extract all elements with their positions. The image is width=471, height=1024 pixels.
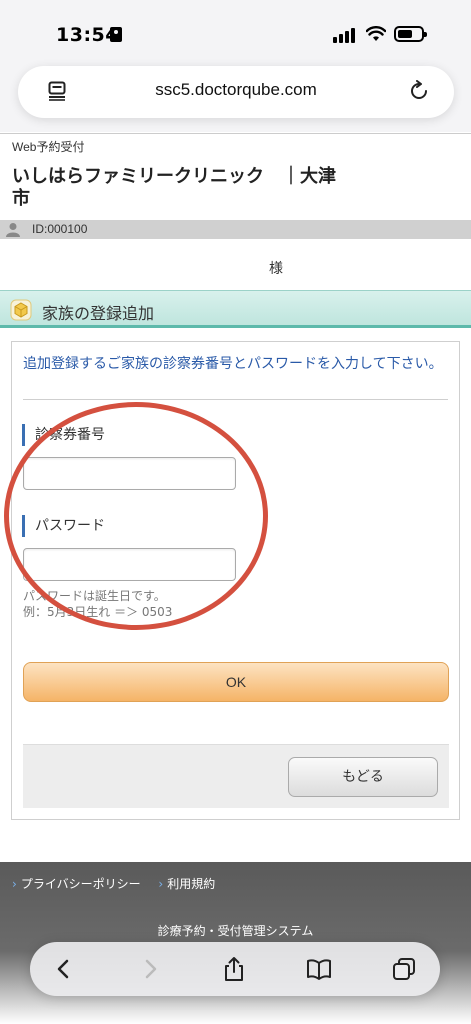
url-text: ssc5.doctorqube.com (155, 80, 317, 99)
cube-icon (10, 299, 32, 321)
avatar-icon (6, 223, 20, 237)
site-label: Web予約受付 (12, 140, 85, 154)
annotation-circle (4, 402, 268, 630)
battery-icon (394, 26, 427, 42)
section-header: 家族の登録追加 (0, 290, 471, 328)
header-divider (0, 133, 471, 134)
status-bar: 13:54 (0, 0, 471, 60)
address-bar[interactable]: ssc5.doctorqube.com (18, 66, 454, 118)
id-bar: ID:000100 (0, 220, 471, 239)
section-title: 家族の登録追加 (42, 304, 155, 323)
forward-arrow-icon[interactable] (136, 955, 164, 983)
chevron-right-icon: › (12, 877, 17, 891)
chevron-right-icon: › (158, 877, 164, 891)
privacy-policy-link[interactable]: プライバシーポリシー (21, 877, 141, 891)
terms-link[interactable]: 利用規約 (167, 877, 215, 891)
form-instructions: 追加登録するご家族の診察券番号とパスワードを入力して下さい。 (23, 356, 443, 372)
bookmarks-icon[interactable] (305, 955, 333, 983)
ok-button[interactable]: OK (23, 662, 449, 702)
system-name: 診療予約・受付管理システム (157, 924, 314, 938)
id-text: ID:000100 (32, 222, 88, 236)
back-button[interactable]: もどる (288, 757, 438, 797)
form-divider (23, 399, 448, 400)
footer-links: › プライバシーポリシー › 利用規約 (12, 875, 229, 892)
person-status-icon (110, 27, 122, 42)
user-suffix: 様 (269, 261, 283, 277)
wifi-icon (366, 26, 386, 41)
signal-icon (333, 27, 359, 43)
back-arrow-icon[interactable] (50, 955, 78, 983)
tabs-icon[interactable] (390, 955, 418, 983)
back-panel: もどる (23, 744, 449, 808)
clinic-name: いしはらファミリークリニック ｜大津市 (12, 166, 336, 209)
browser-toolbar (30, 942, 440, 996)
share-icon[interactable] (220, 955, 248, 983)
reload-icon[interactable] (408, 80, 430, 102)
